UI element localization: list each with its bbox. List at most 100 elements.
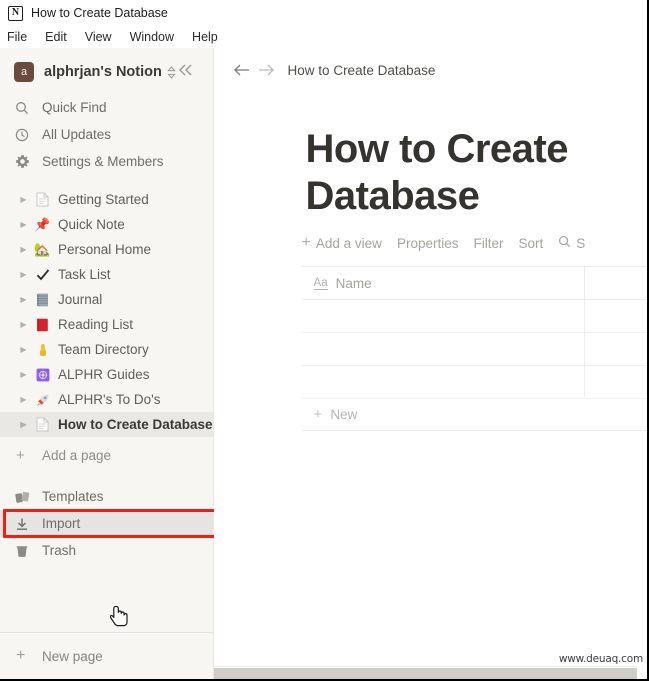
import-download-icon <box>14 516 30 532</box>
sidebar-item-quick-find[interactable]: Quick Find <box>0 94 213 121</box>
chevron-right-icon[interactable]: ▶ <box>18 295 29 304</box>
table-row[interactable] <box>302 333 647 366</box>
search-button[interactable]: S <box>558 235 585 251</box>
horizontal-scrollbar[interactable] <box>214 666 637 679</box>
window-titlebar: N How to Create Database <box>0 0 647 26</box>
breadcrumb: How to Create Database <box>214 48 647 92</box>
sidebar-item-templates[interactable]: Templates <box>0 483 213 510</box>
new-row-button[interactable]: + New <box>302 399 647 431</box>
sidebar-item-label: Task List <box>58 267 111 282</box>
sidebar-item-label: Settings & Members <box>42 154 164 169</box>
checkmark-icon <box>34 268 51 282</box>
chevron-right-icon[interactable]: ▶ <box>18 245 29 254</box>
filter-label: Filter <box>473 236 503 251</box>
chevron-right-icon[interactable]: ▶ <box>18 220 29 229</box>
double-chevron-left-icon[interactable] <box>177 63 199 81</box>
house-icon: 🏡 <box>34 243 51 256</box>
window-title: How to Create Database <box>31 6 168 20</box>
sidebar-item-quick-note[interactable]: ▶ 📌 Quick Note <box>0 212 213 237</box>
sidebar-item-import[interactable]: Import <box>0 510 213 537</box>
sidebar-nav-group: Quick Find All Updates <box>0 90 213 175</box>
chevron-right-icon[interactable]: ▶ <box>18 270 29 279</box>
column-header-label: Name <box>336 276 372 291</box>
arrow-right-icon[interactable] <box>254 58 278 82</box>
workspace-switcher[interactable]: a alphrjan's Notion <box>0 54 213 90</box>
sidebar-item-personal-home[interactable]: ▶ 🏡 Personal Home <box>0 237 213 262</box>
notion-app-window: N How to Create Database File Edit View … <box>0 0 649 681</box>
clock-icon <box>14 127 30 143</box>
menu-edit[interactable]: Edit <box>45 30 67 44</box>
page-title: How to Create Database <box>306 126 606 220</box>
menu-window[interactable]: Window <box>130 30 174 44</box>
sidebar-item-label: Getting Started <box>58 192 149 207</box>
scrollbar-thumb[interactable] <box>214 668 637 679</box>
app-body: a alphrjan's Notion <box>0 48 647 679</box>
search-icon <box>558 235 571 251</box>
notion-n-icon: N <box>8 6 23 21</box>
sidebar-item-how-to-create-database[interactable]: ▶ How to Create Database <box>0 412 213 437</box>
sidebar-item-label: All Updates <box>42 127 111 142</box>
filter-button[interactable]: Filter <box>473 236 503 251</box>
text-type-icon: Aa <box>314 277 328 291</box>
database-table: Aa Name <box>302 266 647 461</box>
book-icon <box>34 318 51 332</box>
templates-icon <box>14 489 30 505</box>
table-count-row[interactable]: COUNT 3 <box>302 431 647 461</box>
cell-divider <box>584 333 585 365</box>
add-a-view-label: Add a view <box>316 236 382 251</box>
chevron-right-icon[interactable]: ▶ <box>18 345 29 354</box>
chevron-updown-icon <box>167 66 176 79</box>
sidebar-item-alphr-to-dos[interactable]: ▶ ALPHR's To Do's <box>0 387 213 412</box>
sidebar-item-label: ALPHR's To Do's <box>58 392 160 407</box>
sidebar-item-trash[interactable]: Trash <box>0 537 213 564</box>
properties-button[interactable]: Properties <box>397 236 459 251</box>
rocket-icon <box>34 393 51 407</box>
new-page-button[interactable]: + New page <box>0 633 213 679</box>
search-icon <box>14 100 30 116</box>
workspace-name: alphrjan's Notion <box>44 64 162 80</box>
sidebar-item-reading-list[interactable]: ▶ Reading List <box>0 312 213 337</box>
new-page-label: New page <box>42 649 103 664</box>
sidebar-item-settings-members[interactable]: Settings & Members <box>0 148 213 175</box>
sort-button[interactable]: Sort <box>518 236 543 251</box>
menu-view[interactable]: View <box>85 30 112 44</box>
menu-file[interactable]: File <box>7 30 27 44</box>
arrow-left-icon[interactable] <box>230 58 254 82</box>
sidebar-bottom-group: Templates Import <box>0 483 213 564</box>
sidebar-item-label: Personal Home <box>58 242 151 257</box>
chevron-right-icon[interactable]: ▶ <box>18 395 29 404</box>
plus-icon: + <box>302 234 311 252</box>
sidebar-item-journal[interactable]: ▶ Journal <box>0 287 213 312</box>
add-a-view-button[interactable]: + Add a view <box>302 234 382 252</box>
gear-icon <box>14 154 30 170</box>
sort-label: Sort <box>518 236 543 251</box>
menu-help[interactable]: Help <box>192 30 218 44</box>
column-divider <box>584 267 585 299</box>
chevron-right-icon[interactable]: ▶ <box>18 370 29 379</box>
sidebar-item-task-list[interactable]: ▶ Task List <box>0 262 213 287</box>
sidebar-item-label: ALPHR Guides <box>58 367 150 382</box>
table-row[interactable] <box>302 366 647 399</box>
sidebar-item-all-updates[interactable]: All Updates <box>0 121 213 148</box>
chevron-right-icon[interactable]: ▶ <box>18 420 29 429</box>
table-row[interactable] <box>302 300 647 333</box>
sidebar-item-label: How to Create Database <box>58 417 213 432</box>
column-header-name[interactable]: Aa Name <box>302 276 647 291</box>
chevron-right-icon[interactable]: ▶ <box>18 320 29 329</box>
document-icon <box>34 192 51 207</box>
cell-divider <box>584 366 585 398</box>
search-label: S <box>576 236 585 251</box>
sidebar-item-getting-started[interactable]: ▶ Getting Started <box>0 187 213 212</box>
sidebar-item-team-directory[interactable]: ▶ Team Directory <box>0 337 213 362</box>
add-a-page-button[interactable]: + Add a page <box>0 441 213 469</box>
properties-label: Properties <box>397 236 459 251</box>
breadcrumb-current-page[interactable]: How to Create Database <box>288 63 436 78</box>
sidebar-item-alphr-guides[interactable]: ▶ ALPHR Guides <box>0 362 213 387</box>
add-a-page-label: Add a page <box>42 448 111 463</box>
sidebar-item-label: Journal <box>58 292 102 307</box>
plus-icon: + <box>16 647 30 665</box>
sidebar-item-label: Import <box>42 516 80 531</box>
chevron-right-icon[interactable]: ▶ <box>18 195 29 204</box>
avatar: a <box>14 62 34 82</box>
notebook-icon <box>34 293 51 307</box>
